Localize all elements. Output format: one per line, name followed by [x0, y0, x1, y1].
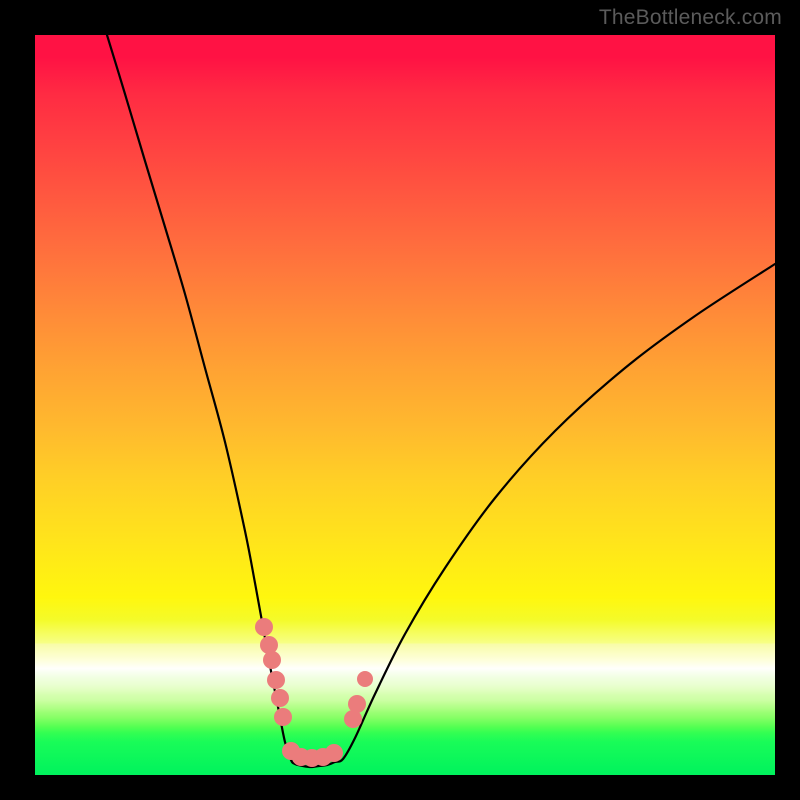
- marker-point: [274, 708, 292, 726]
- marker-point: [263, 651, 281, 669]
- bottleneck-curve-svg: [35, 35, 775, 775]
- marker-point: [260, 636, 278, 654]
- marker-point: [357, 671, 373, 687]
- marker-point: [348, 695, 366, 713]
- markers-group: [255, 618, 373, 767]
- marker-point: [271, 689, 289, 707]
- watermark-text: TheBottleneck.com: [599, 6, 782, 30]
- marker-point: [267, 671, 285, 689]
- marker-point: [255, 618, 273, 636]
- curve-group: [107, 35, 775, 767]
- marker-point: [325, 744, 343, 762]
- plot-area: [35, 35, 775, 775]
- chart-container: TheBottleneck.com: [0, 0, 800, 800]
- bottleneck-curve: [107, 35, 775, 767]
